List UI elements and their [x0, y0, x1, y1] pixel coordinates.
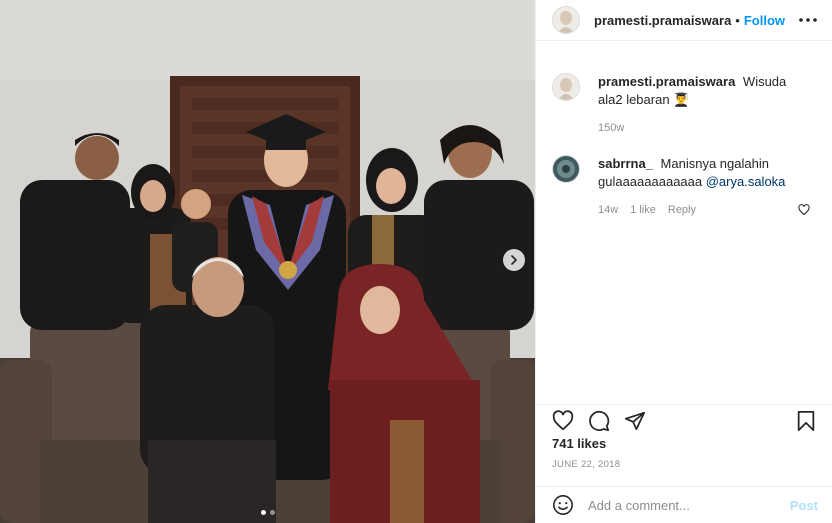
add-comment-input[interactable] — [588, 497, 790, 513]
bookmark-icon — [797, 410, 815, 431]
like-button[interactable] — [552, 409, 574, 432]
likes-count[interactable]: 741 likes — [552, 436, 606, 451]
caption-meta: 150w — [598, 119, 798, 137]
post-comment-button[interactable]: Post — [790, 498, 818, 513]
avatar-image — [553, 7, 579, 33]
caption-age[interactable]: 150w — [598, 119, 624, 137]
post-photo[interactable] — [0, 0, 535, 523]
comment-button[interactable] — [588, 410, 610, 432]
comment-likes-count[interactable]: 1 like — [630, 201, 656, 219]
more-horizontal-icon — [799, 18, 817, 22]
comment-mention-link[interactable]: @arya.saloka — [706, 174, 786, 189]
carousel-dot — [269, 510, 275, 515]
heart-icon — [552, 409, 574, 430]
post-actions-bar — [536, 404, 832, 432]
comment-meta: 14w 1 like Reply — [598, 201, 798, 219]
author-avatar[interactable] — [552, 6, 580, 34]
share-button[interactable] — [624, 410, 646, 432]
paper-plane-icon — [624, 411, 646, 430]
follow-button[interactable]: Follow — [744, 13, 785, 28]
carousel-indicator — [0, 510, 535, 515]
carousel-dot-active — [260, 510, 266, 515]
chevron-right-icon — [511, 255, 517, 265]
comment-composer: Post — [536, 486, 832, 523]
post-viewer: pramesti.pramaiswara • Follow pramesti.p… — [0, 0, 832, 523]
comment-age[interactable]: 14w — [598, 201, 618, 219]
post-header: pramesti.pramaiswara • Follow — [536, 0, 832, 41]
smiley-icon — [553, 495, 573, 515]
heart-icon — [798, 204, 810, 216]
caption: pramesti.pramaiswara Wisuda ala2 lebaran… — [552, 73, 816, 137]
family-photo-illustration — [0, 0, 535, 523]
comment-body: sabrrna_ Manisnya ngalahin gulaaaaaaaaaa… — [598, 155, 798, 219]
commenter-avatar[interactable] — [552, 155, 580, 183]
header-separator: • — [735, 12, 740, 28]
emoji-button[interactable] — [552, 494, 574, 516]
caption-body: pramesti.pramaiswara Wisuda ala2 lebaran… — [598, 73, 798, 137]
comment-bubble-icon — [589, 410, 610, 431]
comment-reply-button[interactable]: Reply — [668, 201, 696, 219]
save-button[interactable] — [796, 410, 816, 432]
avatar-image — [553, 74, 579, 100]
avatar-image — [553, 156, 579, 182]
commenter-username-link[interactable]: sabrrna_ — [598, 156, 653, 171]
comment-like-button[interactable] — [798, 203, 810, 219]
post-side-panel: pramesti.pramaiswara • Follow pramesti.p… — [535, 0, 832, 523]
more-options-button[interactable] — [798, 17, 818, 23]
caption-author-avatar[interactable] — [552, 73, 580, 101]
author-username-link[interactable]: pramesti.pramaiswara — [594, 13, 731, 28]
next-photo-button[interactable] — [503, 249, 525, 271]
graduate-emoji-icon: 👨‍🎓 — [673, 92, 690, 107]
comment-item: sabrrna_ Manisnya ngalahin gulaaaaaaaaaa… — [552, 155, 816, 219]
caption-username-link[interactable]: pramesti.pramaiswara — [598, 74, 735, 89]
post-date[interactable]: JUNE 22, 2018 — [552, 459, 620, 470]
